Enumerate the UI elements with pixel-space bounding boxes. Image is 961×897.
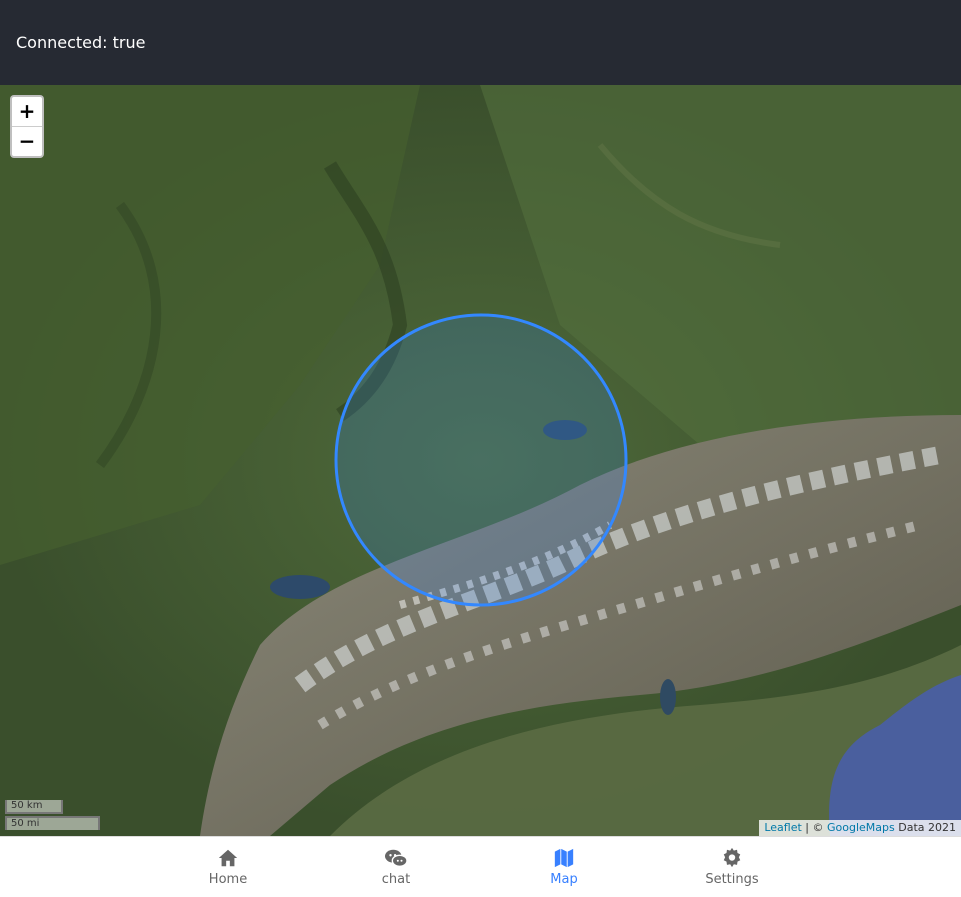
tab-chat[interactable]: chat (346, 837, 446, 897)
map-attribution: Leaflet | © GoogleMaps Data 2021 (759, 820, 961, 836)
tab-chat-label: chat (381, 872, 411, 887)
tab-home-label: Home (208, 872, 248, 887)
settings-icon (723, 847, 741, 868)
provider-link[interactable]: GoogleMaps (827, 821, 895, 834)
zoom-in-button[interactable]: + (12, 97, 42, 126)
attribution-separator: | © (801, 821, 827, 834)
radius-circle[interactable] (334, 313, 628, 607)
map-icon (554, 848, 574, 868)
app-header: Connected: true (0, 0, 961, 85)
tab-home[interactable]: Home (178, 837, 278, 897)
attribution-suffix: Data 2021 (894, 821, 956, 834)
connection-status: Connected: true (16, 33, 146, 52)
scale-metric: 50 km (5, 800, 63, 814)
tab-bar: Home chat Map Settings (0, 836, 961, 896)
tab-settings[interactable]: Settings (682, 837, 782, 897)
zoom-control: + − (10, 95, 44, 158)
tab-map[interactable]: Map (514, 837, 614, 897)
tab-map-label: Map (550, 872, 578, 887)
tab-settings-label: Settings (705, 872, 759, 887)
leaflet-link[interactable]: Leaflet (764, 821, 801, 834)
map-scale: 50 km 50 mi (5, 800, 100, 830)
map-terrain (0, 85, 961, 836)
zoom-out-button[interactable]: − (12, 126, 42, 156)
chat-icon (385, 849, 408, 867)
satellite-map[interactable]: + − 50 km 50 mi Leaflet | © GoogleMaps D… (0, 85, 961, 836)
scale-imperial: 50 mi (5, 816, 100, 830)
home-icon (218, 849, 238, 867)
